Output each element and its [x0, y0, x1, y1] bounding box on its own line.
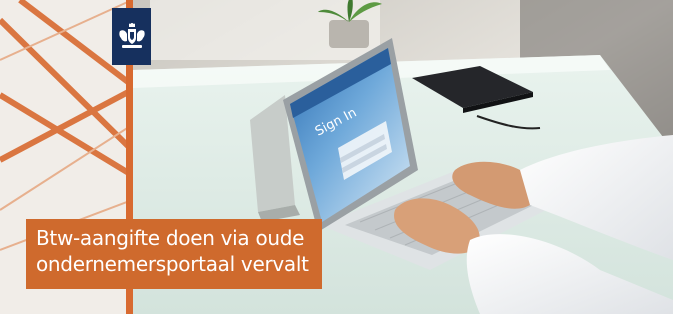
- rijksoverheid-logo: [112, 8, 151, 65]
- headline-caption: Btw-aangifte doen via oude ondernemerspo…: [26, 219, 322, 289]
- coat-of-arms-icon: [118, 22, 145, 48]
- headline-line-2: ondernemersportaal vervalt: [36, 252, 309, 276]
- news-banner: Sign In Btw-aangifte doen via oude onder…: [0, 0, 673, 314]
- headline-line-1: Btw-aangifte doen via oude: [36, 226, 305, 250]
